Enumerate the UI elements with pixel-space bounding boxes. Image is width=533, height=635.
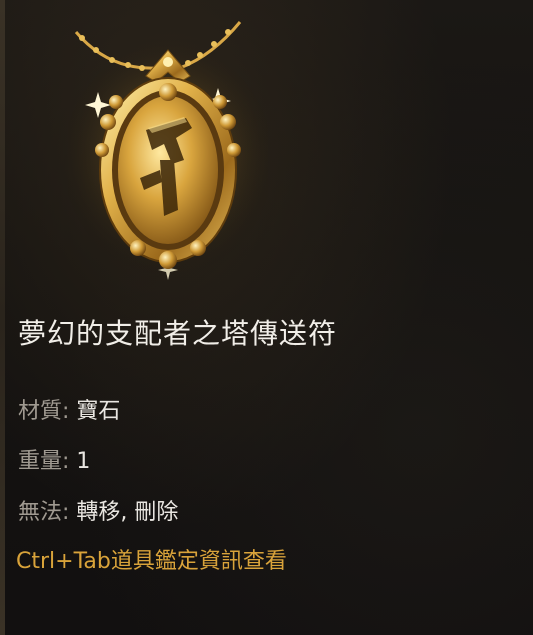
- item-name: 夢幻的支配者之塔傳送符: [18, 317, 338, 350]
- item-tooltip: 夢幻的支配者之塔傳送符 材質: 寶石 重量: 1 無法: 轉移, 刪除 Ctrl…: [0, 0, 533, 635]
- attribute-restriction-label: 無法:: [18, 500, 70, 525]
- attribute-weight: 重量: 1: [18, 443, 90, 475]
- attribute-restriction-value: 轉移, 刪除: [76, 500, 179, 525]
- golden-amulet-icon: [63, 10, 273, 280]
- attribute-restriction: 無法: 轉移, 刪除: [18, 494, 178, 526]
- attribute-material-value: 寶石: [76, 399, 121, 424]
- attribute-weight-value: 1: [76, 449, 91, 474]
- attribute-material: 材質: 寶石: [18, 393, 120, 425]
- attribute-weight-label: 重量:: [18, 449, 70, 474]
- attribute-material-label: 材質:: [18, 399, 70, 424]
- identify-hint: Ctrl+Tab道具鑑定資訊查看: [16, 549, 287, 574]
- tooltip-left-border: [0, 0, 5, 635]
